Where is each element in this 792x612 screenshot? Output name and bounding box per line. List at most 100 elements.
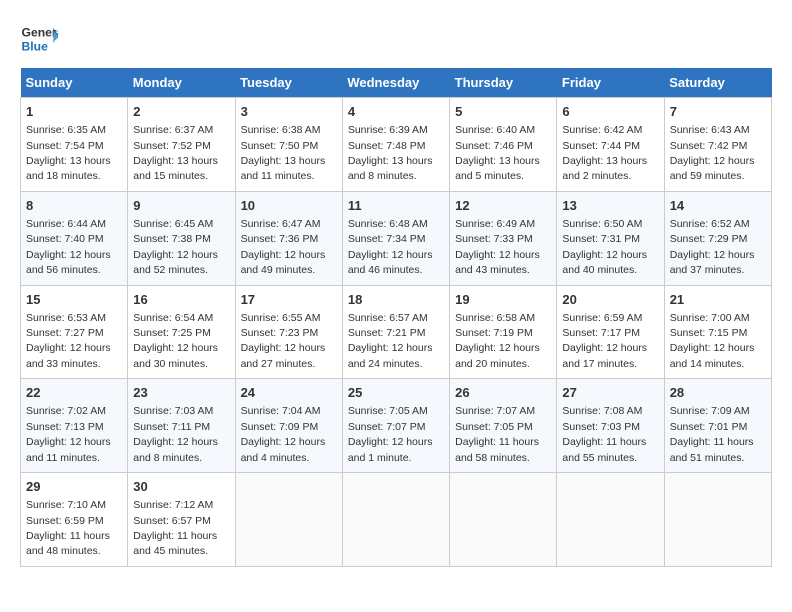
calendar-week-3: 15Sunrise: 6:53 AMSunset: 7:27 PMDayligh…	[21, 285, 772, 379]
day-info: Sunrise: 6:48 AMSunset: 7:34 PMDaylight:…	[348, 218, 433, 276]
day-info: Sunrise: 6:57 AMSunset: 7:21 PMDaylight:…	[348, 312, 433, 370]
day-info: Sunrise: 6:49 AMSunset: 7:33 PMDaylight:…	[455, 218, 540, 276]
weekday-header-saturday: Saturday	[664, 68, 771, 98]
logo: General Blue	[20, 20, 62, 58]
day-info: Sunrise: 6:39 AMSunset: 7:48 PMDaylight:…	[348, 124, 433, 182]
day-number: 14	[670, 197, 766, 215]
calendar-cell: 24 Sunrise: 7:04 AMSunset: 7:09 PMDayligh…	[235, 379, 342, 473]
day-info: Sunrise: 7:09 AMSunset: 7:01 PMDaylight:…	[670, 405, 754, 463]
day-info: Sunrise: 6:59 AMSunset: 7:17 PMDaylight:…	[562, 312, 647, 370]
calendar-cell: 6 Sunrise: 6:42 AMSunset: 7:44 PMDaylight…	[557, 98, 664, 192]
calendar-cell: 27 Sunrise: 7:08 AMSunset: 7:03 PMDayligh…	[557, 379, 664, 473]
day-number: 20	[562, 291, 658, 309]
calendar-cell: 22 Sunrise: 7:02 AMSunset: 7:13 PMDayligh…	[21, 379, 128, 473]
calendar-cell: 21 Sunrise: 7:00 AMSunset: 7:15 PMDayligh…	[664, 285, 771, 379]
calendar-week-2: 8 Sunrise: 6:44 AMSunset: 7:40 PMDaylight…	[21, 191, 772, 285]
calendar-cell: 10Sunrise: 6:47 AMSunset: 7:36 PMDayligh…	[235, 191, 342, 285]
weekday-header-tuesday: Tuesday	[235, 68, 342, 98]
day-number: 26	[455, 384, 551, 402]
day-info: Sunrise: 7:03 AMSunset: 7:11 PMDaylight:…	[133, 405, 218, 463]
calendar-cell: 19 Sunrise: 6:58 AMSunset: 7:19 PMDayligh…	[450, 285, 557, 379]
day-number: 29	[26, 478, 122, 496]
day-info: Sunrise: 7:02 AMSunset: 7:13 PMDaylight:…	[26, 405, 111, 463]
day-info: Sunrise: 6:42 AMSunset: 7:44 PMDaylight:…	[562, 124, 647, 182]
day-number: 9	[133, 197, 229, 215]
day-info: Sunrise: 7:00 AMSunset: 7:15 PMDaylight:…	[670, 312, 755, 370]
page-header: General Blue	[20, 20, 772, 58]
calendar-cell	[450, 473, 557, 567]
day-number: 3	[241, 103, 337, 121]
calendar-cell: 5 Sunrise: 6:40 AMSunset: 7:46 PMDaylight…	[450, 98, 557, 192]
day-info: Sunrise: 6:47 AMSunset: 7:36 PMDaylight:…	[241, 218, 326, 276]
calendar-cell: 17Sunrise: 6:55 AMSunset: 7:23 PMDayligh…	[235, 285, 342, 379]
calendar-cell: 14 Sunrise: 6:52 AMSunset: 7:29 PMDayligh…	[664, 191, 771, 285]
day-number: 8	[26, 197, 122, 215]
day-info: Sunrise: 7:05 AMSunset: 7:07 PMDaylight:…	[348, 405, 433, 463]
day-info: Sunrise: 7:08 AMSunset: 7:03 PMDaylight:…	[562, 405, 646, 463]
calendar-cell	[342, 473, 449, 567]
calendar-week-4: 22 Sunrise: 7:02 AMSunset: 7:13 PMDayligh…	[21, 379, 772, 473]
calendar-cell: 26 Sunrise: 7:07 AMSunset: 7:05 PMDayligh…	[450, 379, 557, 473]
calendar-cell: 23 Sunrise: 7:03 AMSunset: 7:11 PMDayligh…	[128, 379, 235, 473]
day-number: 28	[670, 384, 766, 402]
day-number: 23	[133, 384, 229, 402]
weekday-header-thursday: Thursday	[450, 68, 557, 98]
day-info: Sunrise: 6:58 AMSunset: 7:19 PMDaylight:…	[455, 312, 540, 370]
day-info: Sunrise: 7:07 AMSunset: 7:05 PMDaylight:…	[455, 405, 539, 463]
day-info: Sunrise: 7:10 AMSunset: 6:59 PMDaylight:…	[26, 499, 110, 557]
day-info: Sunrise: 6:45 AMSunset: 7:38 PMDaylight:…	[133, 218, 218, 276]
day-info: Sunrise: 7:04 AMSunset: 7:09 PMDaylight:…	[241, 405, 326, 463]
calendar-week-1: 1Sunrise: 6:35 AMSunset: 7:54 PMDaylight…	[21, 98, 772, 192]
day-info: Sunrise: 6:38 AMSunset: 7:50 PMDaylight:…	[241, 124, 326, 182]
calendar-cell: 20 Sunrise: 6:59 AMSunset: 7:17 PMDayligh…	[557, 285, 664, 379]
day-info: Sunrise: 7:12 AMSunset: 6:57 PMDaylight:…	[133, 499, 217, 557]
calendar-cell: 29 Sunrise: 7:10 AMSunset: 6:59 PMDayligh…	[21, 473, 128, 567]
day-info: Sunrise: 6:37 AMSunset: 7:52 PMDaylight:…	[133, 124, 218, 182]
day-number: 6	[562, 103, 658, 121]
day-info: Sunrise: 6:50 AMSunset: 7:31 PMDaylight:…	[562, 218, 647, 276]
calendar-cell: 13Sunrise: 6:50 AMSunset: 7:31 PMDayligh…	[557, 191, 664, 285]
svg-text:Blue: Blue	[22, 39, 49, 53]
day-number: 7	[670, 103, 766, 121]
calendar-cell	[664, 473, 771, 567]
day-info: Sunrise: 6:43 AMSunset: 7:42 PMDaylight:…	[670, 124, 755, 182]
day-number: 16	[133, 291, 229, 309]
day-number: 2	[133, 103, 229, 121]
day-number: 24	[241, 384, 337, 402]
day-number: 30	[133, 478, 229, 496]
day-number: 5	[455, 103, 551, 121]
day-number: 21	[670, 291, 766, 309]
weekday-header-sunday: Sunday	[21, 68, 128, 98]
calendar-cell: 8 Sunrise: 6:44 AMSunset: 7:40 PMDaylight…	[21, 191, 128, 285]
calendar-cell: 15Sunrise: 6:53 AMSunset: 7:27 PMDayligh…	[21, 285, 128, 379]
day-number: 22	[26, 384, 122, 402]
day-info: Sunrise: 6:53 AMSunset: 7:27 PMDaylight:…	[26, 312, 111, 370]
calendar-cell: 11 Sunrise: 6:48 AMSunset: 7:34 PMDayligh…	[342, 191, 449, 285]
calendar-cell: 16 Sunrise: 6:54 AMSunset: 7:25 PMDayligh…	[128, 285, 235, 379]
calendar-cell: 25 Sunrise: 7:05 AMSunset: 7:07 PMDayligh…	[342, 379, 449, 473]
calendar-cell: 2 Sunrise: 6:37 AMSunset: 7:52 PMDaylight…	[128, 98, 235, 192]
calendar-cell: 28 Sunrise: 7:09 AMSunset: 7:01 PMDayligh…	[664, 379, 771, 473]
weekday-header-monday: Monday	[128, 68, 235, 98]
svg-text:General: General	[22, 26, 58, 40]
day-number: 12	[455, 197, 551, 215]
calendar-table: SundayMondayTuesdayWednesdayThursdayFrid…	[20, 68, 772, 567]
calendar-cell: 18Sunrise: 6:57 AMSunset: 7:21 PMDayligh…	[342, 285, 449, 379]
day-info: Sunrise: 6:44 AMSunset: 7:40 PMDaylight:…	[26, 218, 111, 276]
day-number: 17	[241, 291, 337, 309]
calendar-cell: 12 Sunrise: 6:49 AMSunset: 7:33 PMDayligh…	[450, 191, 557, 285]
calendar-cell: 1Sunrise: 6:35 AMSunset: 7:54 PMDaylight…	[21, 98, 128, 192]
calendar-cell: 9 Sunrise: 6:45 AMSunset: 7:38 PMDaylight…	[128, 191, 235, 285]
day-number: 25	[348, 384, 444, 402]
weekday-header-friday: Friday	[557, 68, 664, 98]
day-info: Sunrise: 6:52 AMSunset: 7:29 PMDaylight:…	[670, 218, 755, 276]
day-number: 27	[562, 384, 658, 402]
calendar-cell	[235, 473, 342, 567]
day-number: 11	[348, 197, 444, 215]
day-number: 19	[455, 291, 551, 309]
day-info: Sunrise: 6:40 AMSunset: 7:46 PMDaylight:…	[455, 124, 540, 182]
calendar-cell: 4Sunrise: 6:39 AMSunset: 7:48 PMDaylight…	[342, 98, 449, 192]
day-info: Sunrise: 6:54 AMSunset: 7:25 PMDaylight:…	[133, 312, 218, 370]
day-number: 1	[26, 103, 122, 121]
calendar-cell: 30 Sunrise: 7:12 AMSunset: 6:57 PMDayligh…	[128, 473, 235, 567]
